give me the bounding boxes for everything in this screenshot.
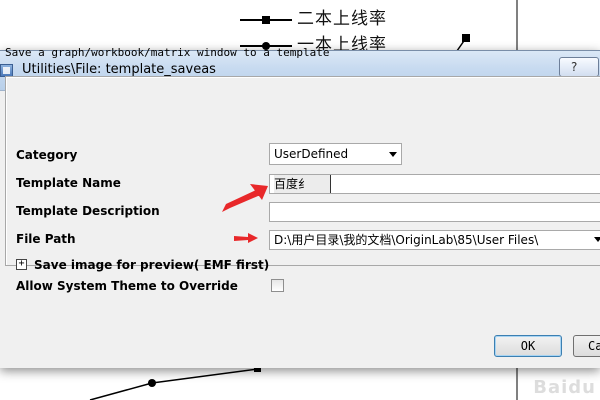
template-name-label: Template Name (16, 176, 121, 190)
watermark: Baidu (533, 377, 596, 398)
template-name-input[interactable]: 百度纟 (269, 174, 600, 194)
file-path-chevron-icon[interactable] (594, 237, 600, 242)
ok-button[interactable]: OK (494, 335, 562, 357)
cancel-button[interactable]: Ca (573, 335, 600, 357)
expand-plus-icon[interactable]: + (16, 259, 27, 270)
save-image-label: Save image for preview( EMF first) (34, 258, 270, 272)
file-path-label: File Path (16, 232, 76, 246)
category-select[interactable]: UserDefined (269, 143, 402, 165)
template-name-value: 百度纟 (274, 175, 332, 193)
chevron-down-icon (389, 152, 397, 157)
help-button[interactable]: ? (559, 57, 599, 77)
legend-label-1: 二本上线率 (297, 9, 387, 29)
category-value: UserDefined (274, 147, 349, 161)
dialog-title: Utilities\File: template_saveas (22, 62, 216, 77)
legend-marker-square (262, 16, 270, 24)
category-label: Category (16, 148, 78, 162)
graph-series-line-bottom (89, 382, 153, 400)
template-description-label: Template Description (16, 204, 160, 218)
graph-point-square (462, 34, 470, 42)
allow-theme-label: Allow System Theme to Override (16, 279, 238, 293)
graph-point-circle (148, 379, 156, 387)
dialog-description: Save a graph/workbook/matrix window to a… (5, 46, 330, 59)
template-description-input[interactable] (269, 202, 600, 222)
file-path-input[interactable]: D:\用户目录\我的文档\OriginLab\85\User Files\ (269, 230, 600, 250)
allow-theme-checkbox[interactable] (271, 279, 284, 292)
